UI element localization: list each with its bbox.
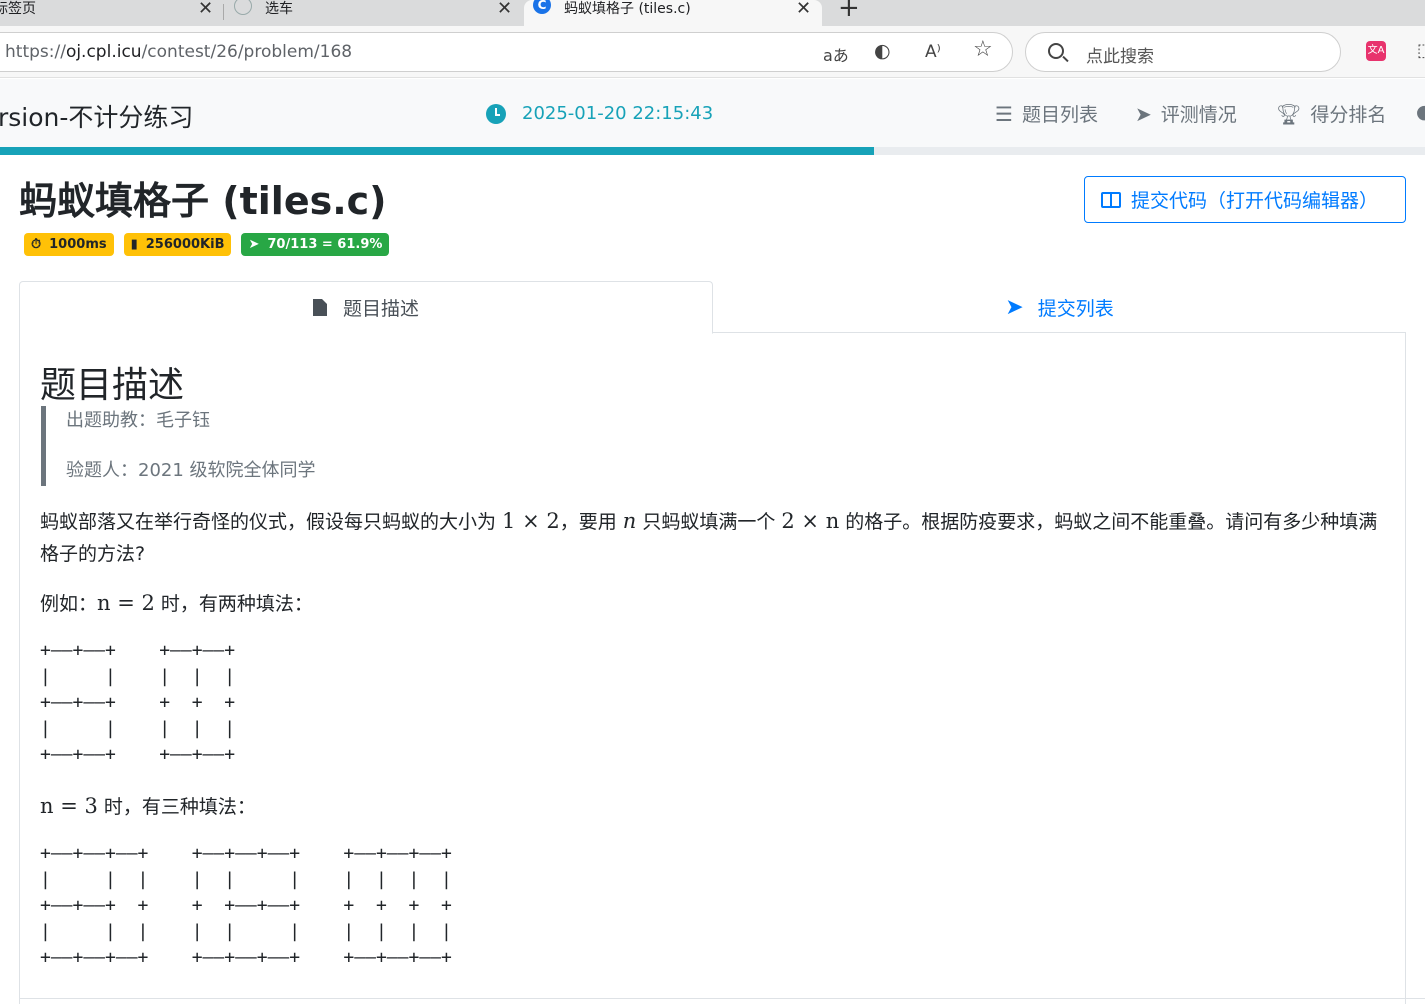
problem-content: 题目描述 出题助教：毛子钰 验题人：2021 级软院全体同学 蚂蚁部落又在举行奇… bbox=[19, 333, 1406, 1004]
translate-icon[interactable]: 文A bbox=[1366, 41, 1386, 61]
tab-close-icon[interactable]: ✕ bbox=[796, 0, 811, 19]
tab-title: 标签页 bbox=[0, 1, 36, 17]
ascii-diagram-n3: +——+——+——+ +——+——+——+ +——+——+——+ | | | |… bbox=[40, 843, 452, 968]
search-box[interactable]: 点此搜索 bbox=[1025, 32, 1341, 72]
math-inline: n = 3 bbox=[40, 794, 98, 818]
memory-card-icon: ▮ bbox=[130, 237, 138, 252]
list-icon: ☰ bbox=[995, 101, 1013, 126]
edge-icon[interactable]: ◐ bbox=[874, 40, 891, 62]
tab-label: 提交列表 bbox=[1037, 297, 1114, 320]
browser-tab[interactable]: 标签页 ✕ bbox=[0, 0, 224, 26]
section-title: 题目描述 bbox=[40, 365, 185, 406]
nav-label: 题目列表 bbox=[1021, 104, 1098, 126]
browser-toolbar: https://oj.cpl.icu/contest/26/problem/16… bbox=[0, 26, 1425, 78]
content-divider bbox=[19, 998, 1425, 999]
credits-blockquote: 出题助教：毛子钰 验题人：2021 级软院全体同学 bbox=[41, 406, 441, 486]
nav-label: 评测情况 bbox=[1160, 104, 1237, 126]
url-text[interactable]: https://oj.cpl.icu/contest/26/problem/16… bbox=[5, 42, 352, 62]
address-bar[interactable]: https://oj.cpl.icu/contest/26/problem/16… bbox=[0, 32, 1013, 72]
text: ，要用 bbox=[559, 511, 623, 533]
tab-submissions[interactable]: ➤ 提交列表 bbox=[713, 281, 1406, 333]
tab-title: 蚂蚁填格子 (tiles.c) bbox=[564, 1, 691, 17]
tab-close-icon[interactable]: ✕ bbox=[198, 0, 213, 19]
text-size-icon[interactable]: A⁾ bbox=[925, 42, 941, 62]
example-intro-n3: n = 3 时，有三种填法： bbox=[40, 790, 1385, 823]
url-host: oj.cpl.icu bbox=[65, 42, 142, 62]
math-inline: 2 × n bbox=[781, 509, 840, 533]
url-path: /contest/26/problem/168 bbox=[141, 42, 353, 62]
math-inline: n bbox=[622, 509, 637, 533]
math-inline: n = 2 bbox=[97, 591, 155, 615]
tab-close-icon[interactable]: ✕ bbox=[497, 0, 512, 19]
submit-code-label: 提交代码（打开代码编辑器） bbox=[1131, 190, 1379, 212]
memory-limit-value: 256000KiB bbox=[145, 237, 225, 252]
search-icon bbox=[1048, 43, 1064, 59]
problem-author: 出题助教：毛子钰 bbox=[66, 410, 210, 431]
math-inline: 1 × 2 bbox=[502, 509, 560, 533]
contest-title[interactable]: rsion-不计分练习 bbox=[0, 98, 193, 134]
statement-paragraph: 蚂蚁部落又在举行奇怪的仪式，假设每只蚂蚁的大小为 1 × 2，要用 n 只蚂蚁填… bbox=[40, 505, 1385, 570]
tab-title: 选车 bbox=[265, 1, 293, 17]
document-icon bbox=[312, 299, 327, 316]
time-limit-badge: ⏱ 1000ms bbox=[24, 233, 114, 256]
paper-plane-icon: ➤ bbox=[1135, 101, 1152, 126]
nav-problem-list[interactable]: ☰ 题目列表 bbox=[995, 100, 1098, 127]
submit-code-button[interactable]: 提交代码（打开代码编辑器） bbox=[1084, 176, 1406, 223]
example-intro-n2: 例如：n = 2 时，有两种填法： bbox=[40, 587, 1385, 620]
book-open-icon bbox=[1101, 191, 1121, 208]
contest-clock: 2025-01-20 22:15:43 bbox=[486, 103, 713, 124]
problem-tabs: 题目描述 ➤ 提交列表 bbox=[19, 281, 1406, 334]
trophy-icon: 🏆︎ bbox=[1276, 101, 1302, 126]
user-icon[interactable]: ● bbox=[1416, 101, 1425, 123]
problem-badges: ⏱ 1000ms ▮ 256000KiB ➤ 70/113 = 61.9% bbox=[24, 233, 390, 256]
clock-time: 2025-01-20 22:15:43 bbox=[522, 103, 714, 124]
nav-label: 得分排名 bbox=[1310, 104, 1387, 126]
text: 时，有三种填法： bbox=[97, 796, 256, 818]
nav-ranking[interactable]: 🏆︎ 得分排名 bbox=[1276, 100, 1386, 127]
paper-plane-icon: ➤ bbox=[248, 237, 260, 252]
text: 例如： bbox=[40, 593, 98, 615]
browser-tab[interactable]: 选车 ✕ bbox=[224, 0, 524, 26]
browser-tab-strip: 标签页 ✕ 选车 ✕ 蚂蚁填格子 (tiles.c) ✕ C + bbox=[0, 0, 1425, 26]
problem-title: 蚂蚁填格子 (tiles.c) bbox=[19, 179, 387, 223]
text: 只蚂蚁填满一个 bbox=[636, 511, 782, 533]
contest-progress-bar bbox=[0, 147, 1425, 155]
ascii-diagram-n2: +——+——+ +——+——+ | | | | | +——+——+ + + + … bbox=[40, 640, 236, 765]
nav-judge-status[interactable]: ➤ 评测情况 bbox=[1135, 100, 1237, 127]
memory-limit-badge: ▮ 256000KiB bbox=[123, 233, 232, 256]
stopwatch-icon: ⏱ bbox=[31, 237, 42, 252]
problem-tester: 验题人：2021 级软院全体同学 bbox=[66, 460, 316, 481]
browser-tab-active[interactable]: 蚂蚁填格子 (tiles.c) ✕ bbox=[524, 0, 822, 26]
tab-description[interactable]: 题目描述 bbox=[19, 281, 713, 334]
search-input[interactable]: 点此搜索 bbox=[1086, 42, 1154, 67]
favorite-star-icon[interactable]: ☆ bbox=[973, 37, 993, 62]
text: 时，有两种填法： bbox=[154, 593, 313, 615]
text: 蚂蚁部落又在举行奇怪的仪式，假设每只蚂蚁的大小为 bbox=[40, 511, 503, 533]
new-tab-icon[interactable]: + bbox=[838, 0, 860, 23]
clock-icon bbox=[486, 103, 506, 124]
contest-progress-fill bbox=[0, 147, 874, 155]
tab-label: 题目描述 bbox=[342, 298, 419, 320]
read-aloud-icon[interactable]: aあ bbox=[823, 42, 849, 66]
extensions-icon[interactable]: ⬚ bbox=[1417, 40, 1425, 61]
accept-rate-badge[interactable]: ➤ 70/113 = 61.9% bbox=[241, 233, 390, 256]
site-header: rsion-不计分练习 2025-01-20 22:15:43 ☰ 题目列表 ➤… bbox=[0, 79, 1425, 147]
url-scheme: https:// bbox=[5, 42, 66, 62]
time-limit-value: 1000ms bbox=[49, 237, 107, 252]
paper-plane-icon: ➤ bbox=[1005, 294, 1024, 320]
accept-rate-value: 70/113 = 61.9% bbox=[267, 237, 383, 252]
